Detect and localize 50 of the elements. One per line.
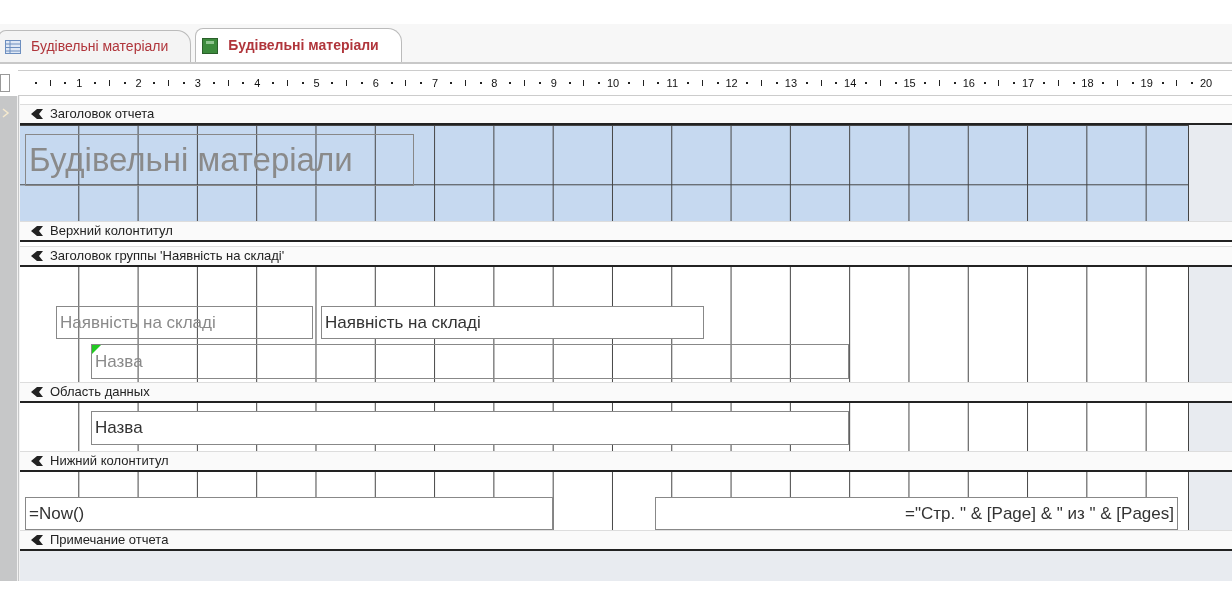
ruler-number: 3 bbox=[194, 76, 201, 91]
text-box-control[interactable]: ="Стр. " & [Page] & " из " & [Pages] bbox=[655, 497, 1178, 530]
section-marker-icon bbox=[30, 225, 44, 237]
ruler-number: 6 bbox=[372, 76, 379, 91]
section-bar[interactable]: Область данных bbox=[20, 382, 1232, 403]
section-marker-icon bbox=[30, 386, 44, 398]
ruler-number: 19 bbox=[1140, 76, 1153, 91]
unused-area bbox=[1188, 403, 1232, 451]
section-marker-icon bbox=[30, 250, 44, 262]
section-bar[interactable]: Заголовок отчета bbox=[20, 104, 1232, 125]
ruler-number: 18 bbox=[1081, 76, 1094, 91]
ruler-number: 1 bbox=[76, 76, 83, 91]
text-box-control[interactable]: =Now() bbox=[25, 497, 553, 530]
section-marker-icon bbox=[30, 534, 44, 546]
section-marker-icon bbox=[30, 108, 44, 120]
section-title: Заголовок отчета bbox=[50, 105, 155, 124]
section-title: Область данных bbox=[50, 383, 150, 402]
ruler-number: 17 bbox=[1021, 76, 1035, 91]
ruler-corner bbox=[0, 74, 10, 92]
section-title: Заголовок группы 'Наявність на складі' bbox=[50, 247, 285, 266]
ruler-number: 9 bbox=[550, 76, 557, 91]
ruler-number: 20 bbox=[1199, 76, 1213, 91]
section-title: Нижний колонтитул bbox=[50, 452, 169, 471]
ruler-number: 8 bbox=[491, 76, 498, 91]
ruler-number: 12 bbox=[725, 76, 738, 91]
ruler-number: 2 bbox=[135, 76, 142, 91]
section-bar[interactable]: Нижний колонтитул bbox=[20, 451, 1232, 472]
ruler-number: 4 bbox=[254, 76, 261, 91]
section-bar[interactable]: Заголовок группы 'Наявність на складі' bbox=[20, 246, 1232, 267]
report-icon bbox=[202, 37, 219, 54]
text-box-control[interactable]: Наявність на складі bbox=[321, 306, 704, 339]
row-selector-icon bbox=[2, 108, 10, 118]
ruler-number: 10 bbox=[606, 76, 620, 91]
document-tab[interactable]: Будівельні матеріали bbox=[0, 30, 192, 62]
ruler-number: 5 bbox=[313, 76, 320, 91]
ruler-number: 11 bbox=[666, 76, 678, 91]
section-title: Верхний колонтитул bbox=[50, 222, 173, 241]
text-box-control[interactable]: Назва bbox=[91, 411, 849, 445]
table-icon bbox=[5, 39, 21, 54]
ruler-number: 7 bbox=[432, 76, 439, 91]
section-bar[interactable]: Верхний колонтитул bbox=[20, 221, 1232, 242]
ruler-number: 13 bbox=[784, 76, 797, 91]
ruler-number: 15 bbox=[903, 76, 916, 91]
unused-area bbox=[1188, 472, 1232, 530]
section-bar[interactable]: Примечание отчета bbox=[20, 530, 1232, 551]
ruler-number: 14 bbox=[844, 76, 857, 91]
section-title: Примечание отчета bbox=[50, 531, 169, 550]
ruler-number: 16 bbox=[962, 76, 975, 91]
document-tab[interactable]: Будівельні матеріали bbox=[195, 28, 402, 62]
section-marker-icon bbox=[30, 455, 44, 467]
